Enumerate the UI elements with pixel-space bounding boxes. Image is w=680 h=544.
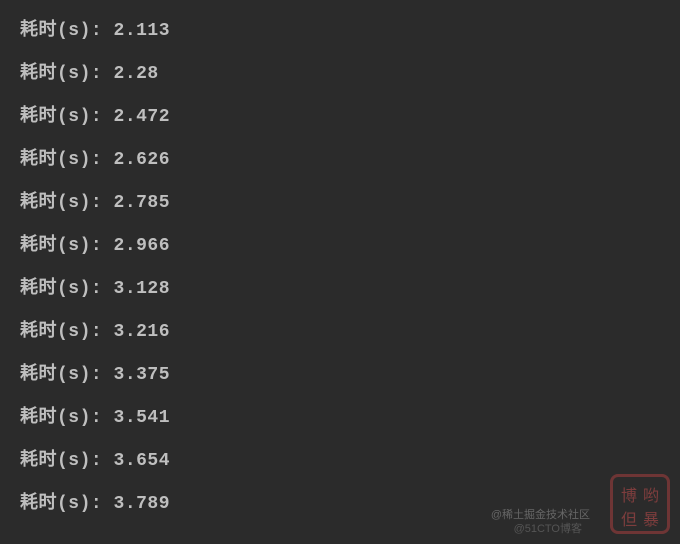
watermark-51cto: @51CTO博客	[514, 520, 582, 536]
log-value: 2.113	[114, 21, 171, 41]
log-label: 耗时(s):	[20, 64, 114, 84]
log-line: 耗时(s): 2.28	[20, 53, 660, 96]
log-label: 耗时(s):	[20, 193, 114, 213]
console-output: 耗时(s): 2.113 耗时(s): 2.28 耗时(s): 2.472 耗时…	[20, 10, 660, 526]
log-line: 耗时(s): 3.654	[20, 440, 660, 483]
log-value: 3.128	[114, 279, 171, 299]
log-line: 耗时(s): 3.375	[20, 354, 660, 397]
seal-characters: 博 哟 但 暴	[618, 482, 662, 526]
log-label: 耗时(s):	[20, 365, 114, 385]
seal-char: 博	[618, 482, 640, 506]
log-value: 3.789	[114, 494, 171, 514]
log-label: 耗时(s):	[20, 236, 114, 256]
seal-char: 暴	[640, 506, 662, 530]
log-line: 耗时(s): 3.128	[20, 268, 660, 311]
log-value: 3.541	[114, 408, 171, 428]
log-label: 耗时(s):	[20, 451, 114, 471]
log-label: 耗时(s):	[20, 322, 114, 342]
seal-char: 哟	[640, 482, 662, 506]
log-label: 耗时(s):	[20, 494, 114, 514]
log-value: 2.785	[114, 193, 171, 213]
log-label: 耗时(s):	[20, 107, 114, 127]
log-line: 耗时(s): 2.966	[20, 225, 660, 268]
log-value: 3.216	[114, 322, 171, 342]
log-line: 耗时(s): 2.472	[20, 96, 660, 139]
log-line: 耗时(s): 2.113	[20, 10, 660, 53]
log-label: 耗时(s):	[20, 408, 114, 428]
log-value: 2.626	[114, 150, 171, 170]
log-value: 2.966	[114, 236, 171, 256]
log-value: 3.375	[114, 365, 171, 385]
log-value: 3.654	[114, 451, 171, 471]
seal-char: 但	[618, 506, 640, 530]
log-line: 耗时(s): 3.541	[20, 397, 660, 440]
log-label: 耗时(s):	[20, 150, 114, 170]
log-label: 耗时(s):	[20, 21, 114, 41]
log-line: 耗时(s): 2.785	[20, 182, 660, 225]
log-value: 2.472	[114, 107, 171, 127]
log-line: 耗时(s): 3.216	[20, 311, 660, 354]
seal-stamp-icon: 博 哟 但 暴	[600, 464, 680, 544]
log-label: 耗时(s):	[20, 279, 114, 299]
log-line: 耗时(s): 2.626	[20, 139, 660, 182]
log-value: 2.28	[114, 64, 159, 84]
